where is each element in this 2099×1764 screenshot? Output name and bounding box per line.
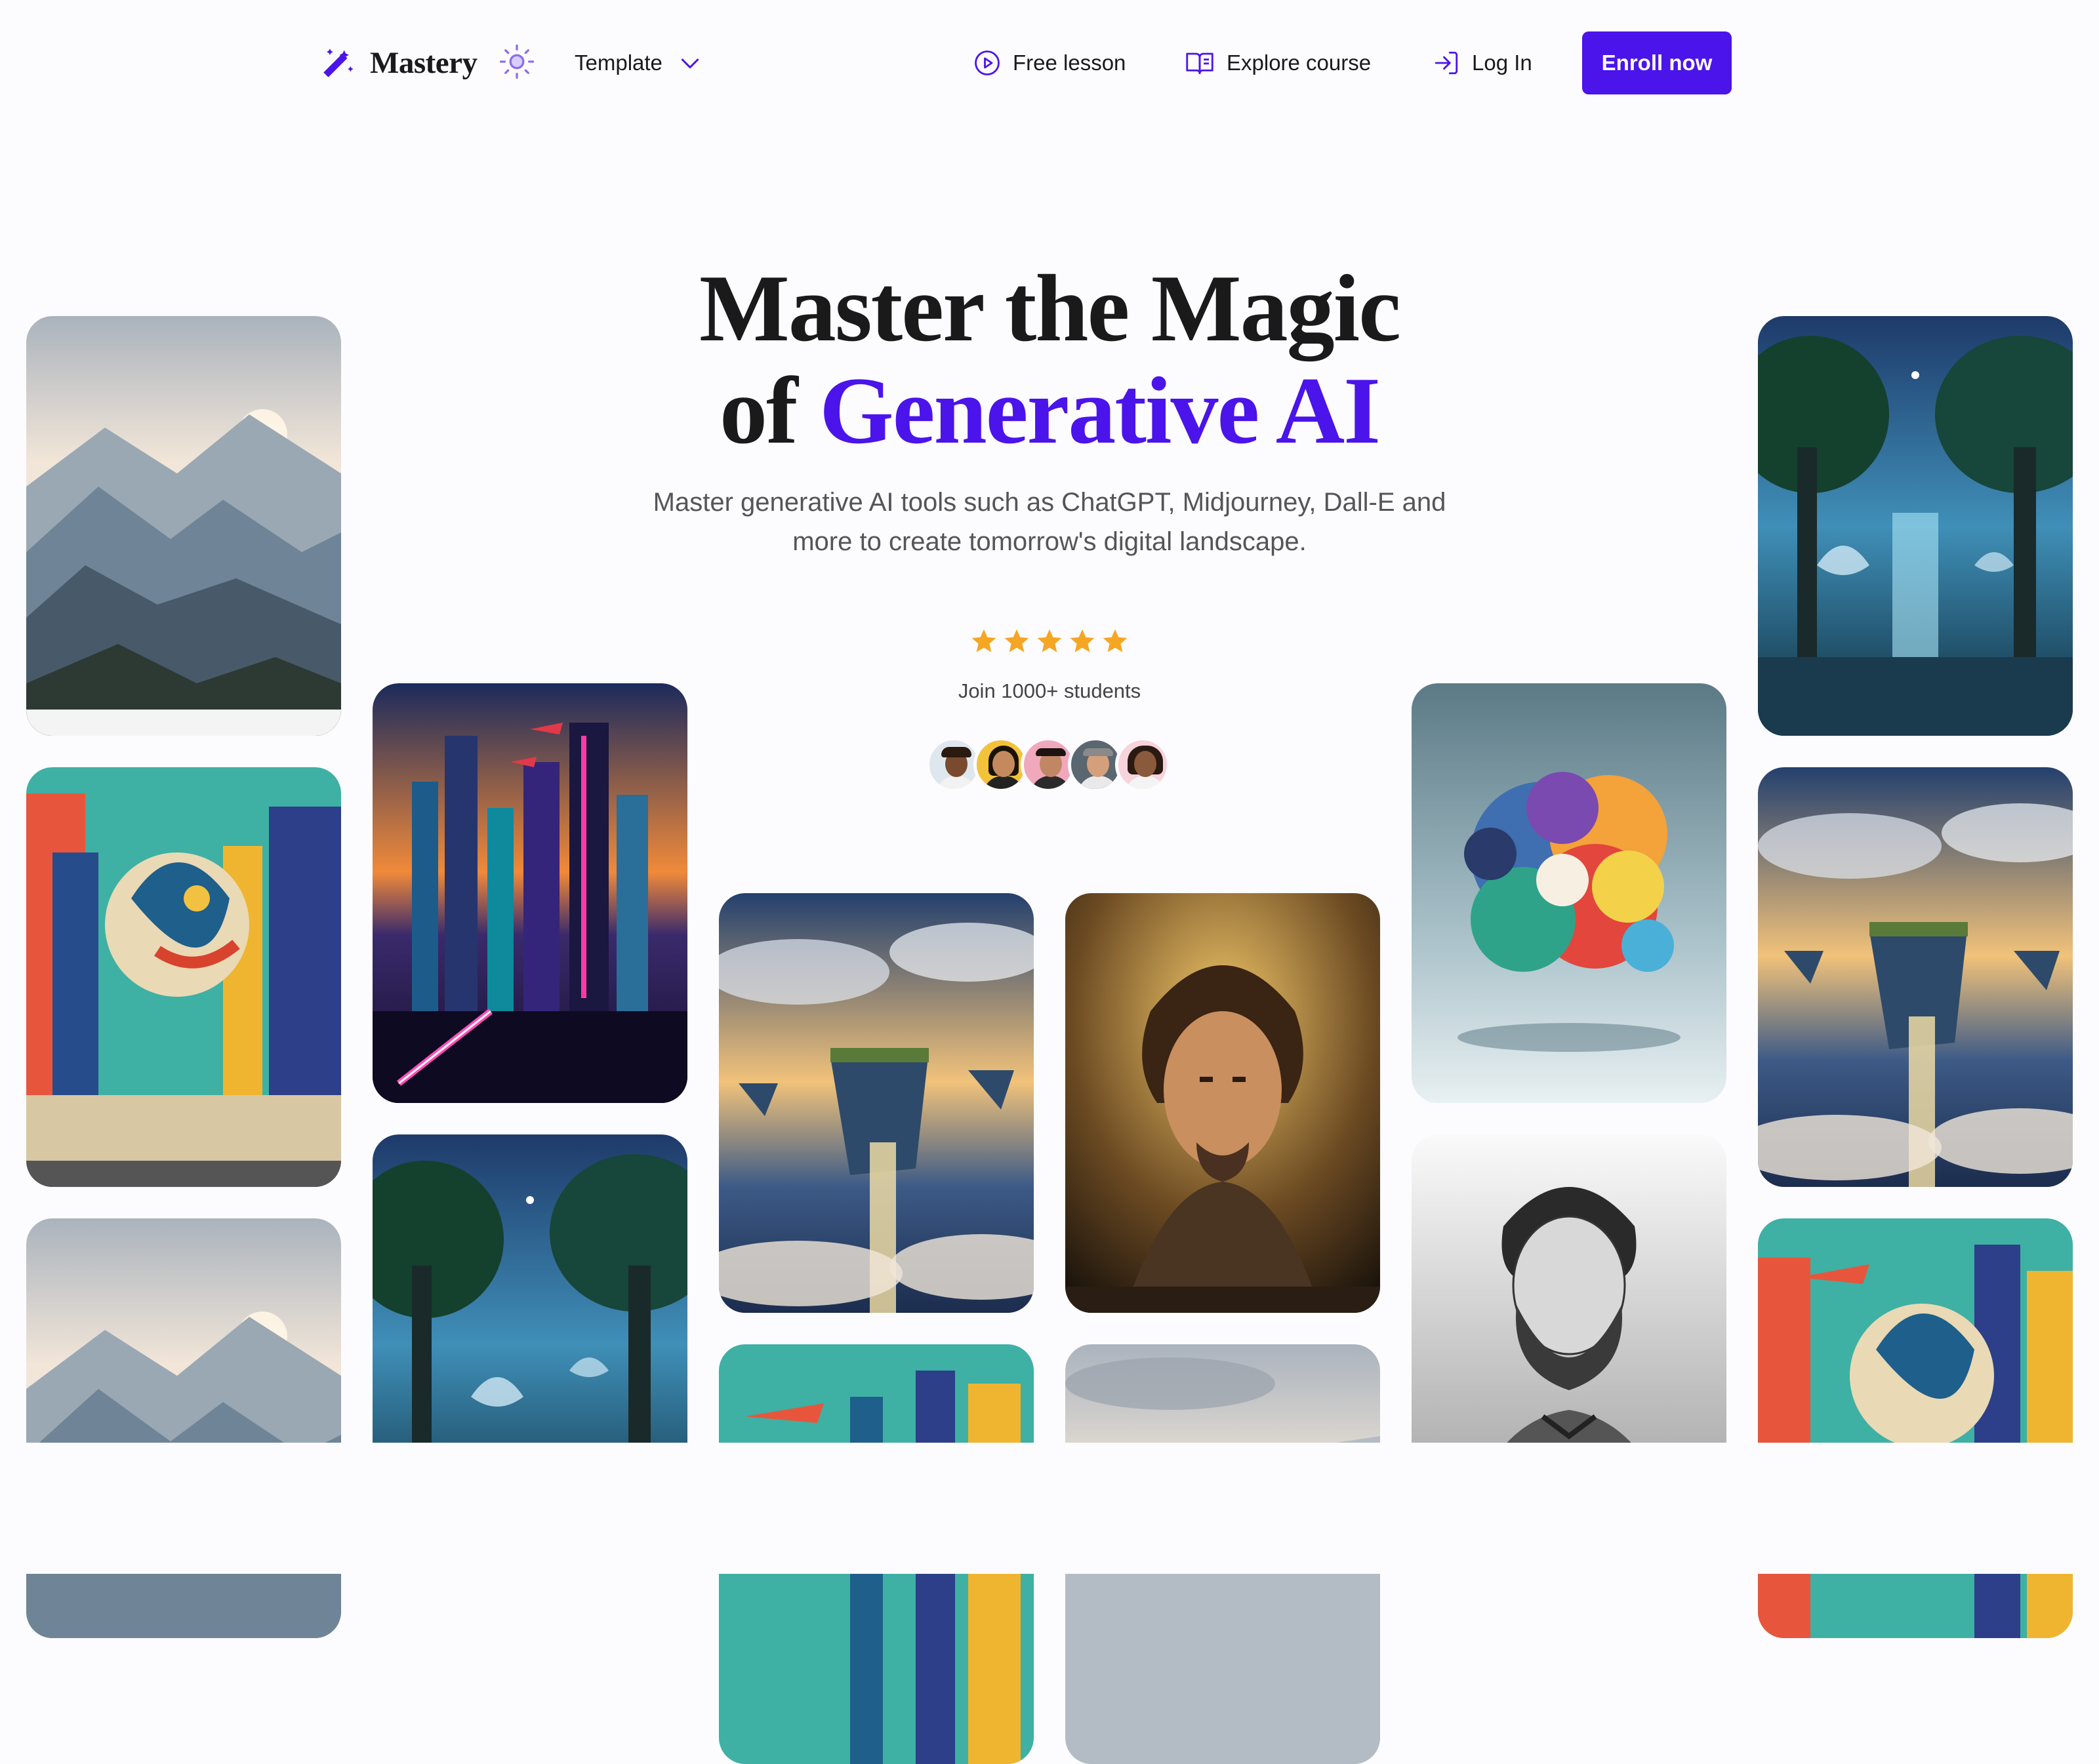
dramatic-portrait-painting-image [1065,893,1380,1313]
star-icon [1004,629,1029,652]
template-dropdown-label: Template [575,50,662,75]
hero-title-line1: Master the Magic [699,255,1401,361]
gallery-tile-mural [26,767,341,1187]
gallery-tile-mountains-2 [26,1218,341,1638]
top-navigation: Mastery Template Free lesson Explore cou… [0,0,2099,125]
star-icon [971,629,996,652]
enchanted-forest-image-2 [1758,316,2073,736]
free-lesson-label: Free lesson [1013,50,1126,75]
enroll-now-button[interactable]: Enroll now [1582,31,1732,94]
sun-icon [499,44,535,79]
gallery-tile-portrait [1065,893,1380,1313]
hero-subtitle: Master generative AI tools such as ChatG… [653,488,1446,556]
login-link[interactable]: Log In [1433,43,1532,83]
theme-toggle-button[interactable] [499,43,535,80]
gallery-tile-islands-2 [1758,767,2073,1187]
brand-logo-link[interactable]: Mastery [319,42,478,84]
star-icon [1037,629,1062,652]
student-avatar [1115,737,1170,792]
gallery-tile-mountains [26,316,341,736]
hero-title-prefix: of [720,357,798,464]
star-icon [1103,629,1128,652]
login-label: Log In [1472,50,1532,75]
misty-mountains-image-2 [26,1218,341,1638]
misty-mountains-image [26,316,341,736]
star-icon [1070,629,1095,652]
explore-course-label: Explore course [1227,50,1372,75]
gallery-bottom-fade [0,1443,2099,1574]
graffiti-city-mural-image-3 [1758,1218,2073,1638]
floating-islands-image [719,893,1034,1313]
neon-cyberpunk-city-image [373,683,687,1103]
gallery-tile-splash [1412,683,1726,1103]
brand-name: Mastery [370,46,478,80]
join-students-text: Join 1000+ students [958,679,1141,702]
explore-course-link[interactable]: Explore course [1185,43,1371,83]
login-arrow-icon [1435,51,1458,75]
free-lesson-link[interactable]: Free lesson [973,43,1126,83]
magic-wand-icon [323,49,354,77]
chevron-down-icon [681,58,699,69]
colorful-paint-splash-sculpture-image [1412,683,1726,1103]
play-circle-icon [975,50,1000,75]
hero-title-accent: Generative AI [819,357,1381,464]
gallery-tile-mural-3 [1758,1218,2073,1638]
graffiti-city-mural-image [26,767,341,1187]
open-book-icon [1186,52,1213,75]
five-star-rating [964,627,1135,661]
hero-title: Master the Magic of Generative AI [590,257,1509,462]
student-avatars [926,737,1170,792]
gallery-tile-neon-city [373,683,687,1103]
floating-islands-image-2 [1758,767,2073,1187]
template-dropdown[interactable]: Template [575,43,703,83]
gallery-tile-forest-2 [1758,316,2073,736]
gallery-tile-islands [719,893,1034,1313]
